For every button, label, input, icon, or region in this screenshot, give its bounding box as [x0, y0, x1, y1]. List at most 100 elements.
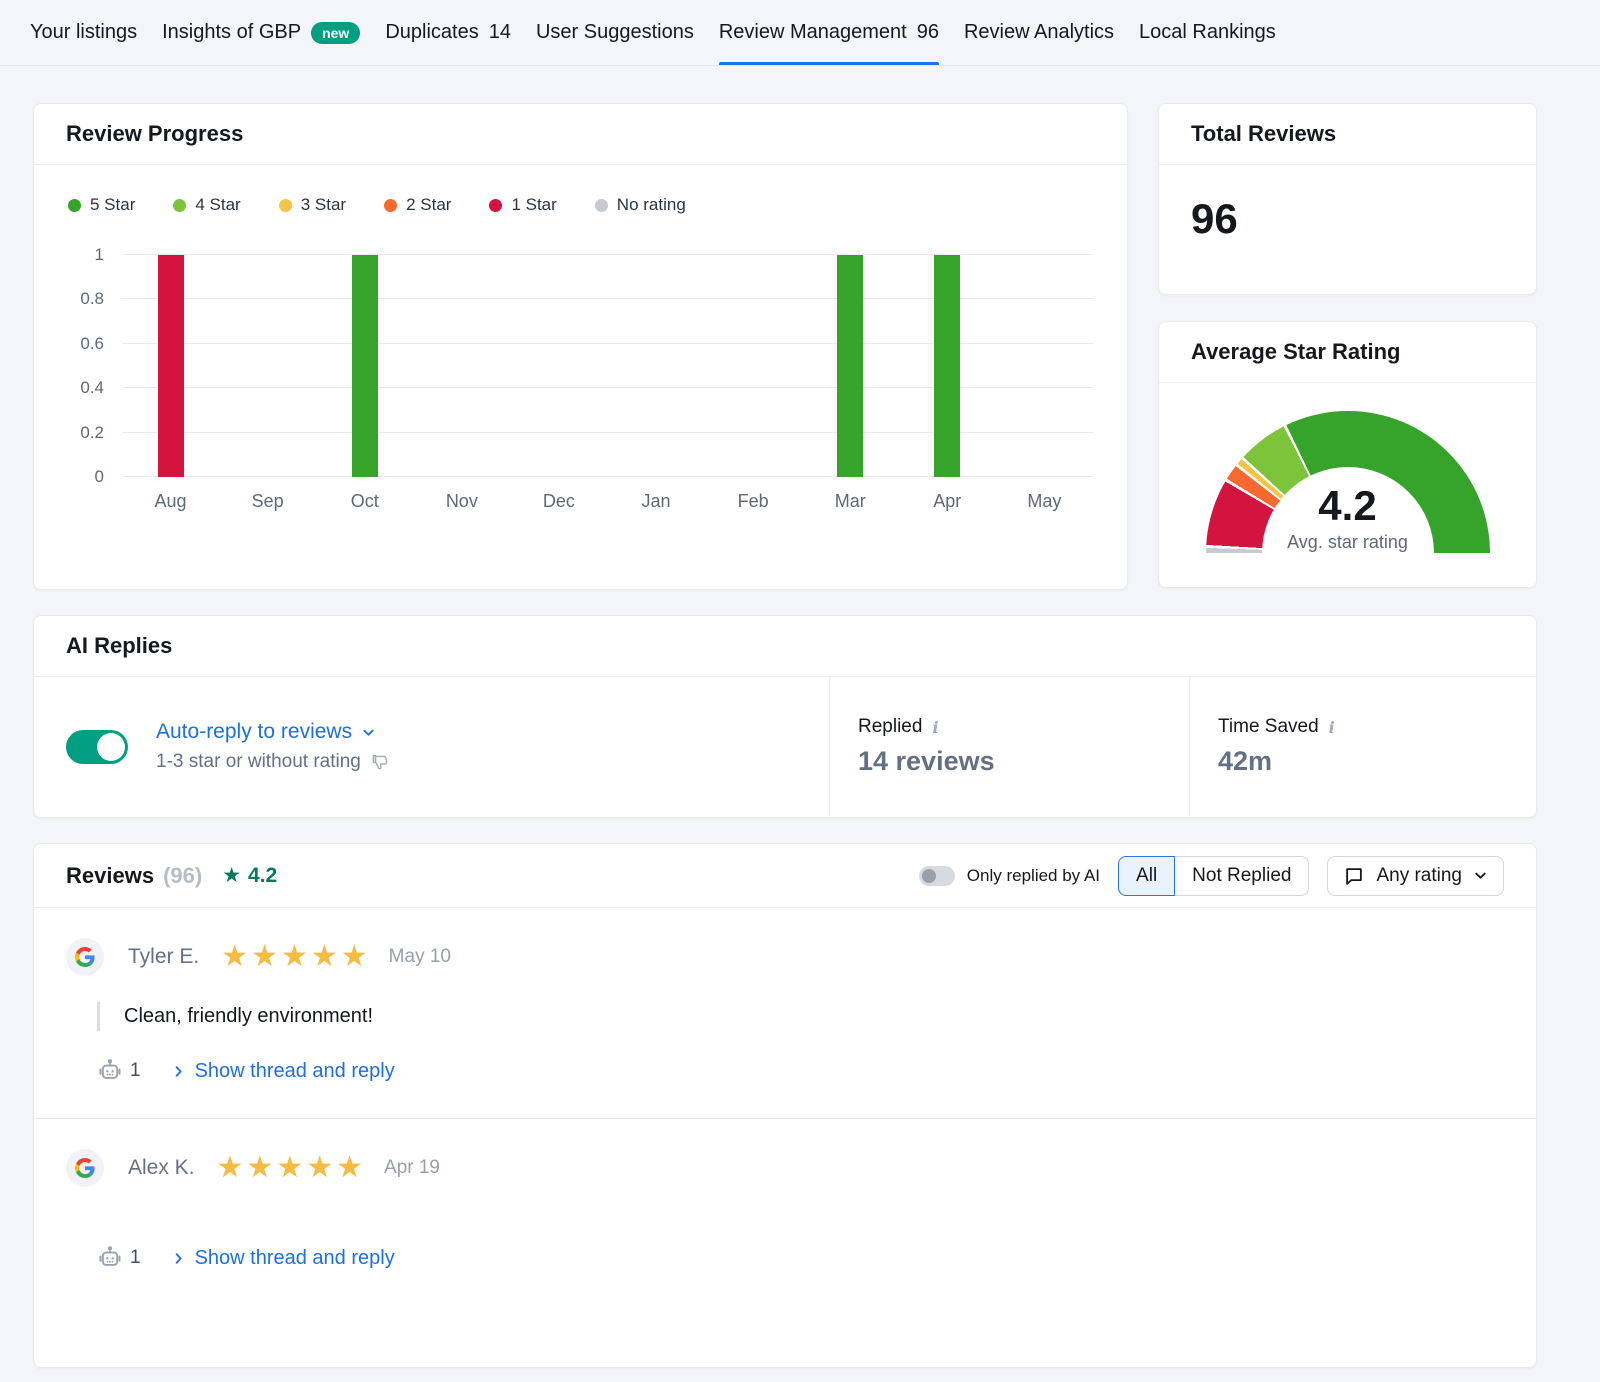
- thumbs-down-icon[interactable]: [370, 752, 390, 772]
- chevron-right-icon: [171, 1251, 186, 1266]
- review-stars: ★★★★★: [217, 1153, 366, 1183]
- x-tick-label: Feb: [705, 491, 802, 512]
- chart-column-aug: [122, 255, 219, 477]
- x-tick-label: Mar: [802, 491, 899, 512]
- review-progress-header: Review Progress: [34, 104, 1127, 165]
- review-date: Apr 19: [384, 1157, 440, 1179]
- ai-robot-icon: [97, 1245, 123, 1271]
- only-ai-toggle[interactable]: [919, 866, 955, 886]
- auto-reply-dropdown[interactable]: Auto-reply to reviews: [156, 720, 352, 744]
- bar-oct-5-star[interactable]: [352, 255, 378, 477]
- tab-review-analytics[interactable]: Review Analytics: [964, 0, 1114, 65]
- legend-item-1-star[interactable]: 1 Star: [489, 195, 556, 215]
- legend-item-3-star[interactable]: 3 Star: [279, 195, 346, 215]
- new-badge: new: [311, 22, 360, 44]
- rating-gauge: 4.2 Avg. star rating: [1206, 411, 1490, 553]
- google-logo-icon: [75, 947, 95, 967]
- legend-dot: [173, 199, 186, 212]
- review-author: Alex K.: [128, 1156, 195, 1180]
- tab-label: Review Analytics: [964, 21, 1114, 44]
- show-thread-link[interactable]: Show thread and reply: [171, 1060, 395, 1083]
- auto-reply-texts: Auto-reply to reviews 1-3 star or withou…: [156, 720, 390, 773]
- only-ai-label: Only replied by AI: [967, 866, 1100, 886]
- chart-column-apr: [899, 255, 996, 477]
- tab-label: User Suggestions: [536, 21, 694, 44]
- tab-user-suggestions[interactable]: User Suggestions: [536, 0, 694, 65]
- bar-apr-5-star[interactable]: [934, 255, 960, 477]
- review-progress-chart: 00.20.40.60.81: [66, 255, 1093, 477]
- rating-filter-label: Any rating: [1376, 865, 1462, 887]
- review-author: Tyler E.: [128, 945, 199, 969]
- x-tick-label: Jan: [607, 491, 704, 512]
- ai-replies-card: AI Replies Auto-reply to reviews 1-3 sta…: [33, 615, 1537, 818]
- toggle-knob: [97, 733, 125, 761]
- ai-replies-title: AI Replies: [66, 633, 1504, 659]
- tab-insights-of-gbp[interactable]: Insights of GBPnew: [162, 0, 360, 65]
- chevron-right-icon: [171, 1064, 186, 1079]
- chart-x-axis: AugSepOctNovDecJanFebMarAprMay: [66, 491, 1093, 512]
- y-tick-label: 0.8: [80, 289, 104, 309]
- ai-robot-icon: [97, 1058, 123, 1084]
- time-saved-label: Time Saved: [1218, 716, 1319, 738]
- chart-column-mar: [802, 255, 899, 477]
- tab-label: Your listings: [30, 21, 137, 44]
- show-thread-label: Show thread and reply: [195, 1247, 395, 1270]
- ai-reply-count: 1: [130, 1060, 141, 1082]
- review-row-alex-k: Alex K.★★★★★Apr 19 1 Show thread and rep…: [34, 1118, 1536, 1305]
- y-tick-label: 0.6: [80, 334, 104, 354]
- ai-replies-body: Auto-reply to reviews 1-3 star or withou…: [34, 677, 1536, 816]
- chevron-down-icon[interactable]: [361, 725, 376, 740]
- info-icon[interactable]: i: [932, 718, 938, 737]
- auto-reply-section: Auto-reply to reviews 1-3 star or withou…: [34, 720, 829, 773]
- legend-item-2-star[interactable]: 2 Star: [384, 195, 451, 215]
- avg-rating-value: 4.2: [1318, 485, 1376, 527]
- tab-local-rankings[interactable]: Local Rankings: [1139, 0, 1276, 65]
- tab-duplicates[interactable]: Duplicates14: [385, 0, 511, 65]
- chart-column-jan: [607, 255, 704, 477]
- google-avatar: [66, 1149, 104, 1187]
- chart-legend: 5 Star 4 Star 3 Star 2 Star 1 Star No rating: [68, 195, 1093, 215]
- average-star-rating-card: Average Star Rating 4.2 Avg. star rating: [1158, 321, 1537, 588]
- tab-review-management[interactable]: Review Management96: [719, 0, 939, 65]
- legend-dot: [489, 199, 502, 212]
- tab-label: Local Rankings: [1139, 21, 1276, 44]
- bar-aug-1-star[interactable]: [158, 255, 184, 477]
- x-tick-label: Aug: [122, 491, 219, 512]
- reviews-card: Reviews (96) ★ 4.2 Only replied by AI Al…: [33, 843, 1537, 1368]
- legend-item-4-star[interactable]: 4 Star: [173, 195, 240, 215]
- legend-label: 5 Star: [90, 195, 135, 215]
- legend-item-no-rating[interactable]: No rating: [595, 195, 686, 215]
- info-icon[interactable]: i: [1329, 718, 1335, 737]
- google-logo-icon: [75, 1158, 95, 1178]
- reviews-count: (96): [163, 863, 202, 889]
- rating-filter-button[interactable]: Any rating: [1327, 856, 1504, 896]
- legend-item-5-star[interactable]: 5 Star: [68, 195, 135, 215]
- legend-label: No rating: [617, 195, 686, 215]
- legend-dot: [595, 199, 608, 212]
- x-tick-label: Apr: [899, 491, 996, 512]
- tab-your-listings[interactable]: Your listings: [30, 0, 137, 65]
- chart-y-axis: 00.20.40.60.81: [66, 255, 122, 477]
- toggle-knob: [922, 869, 936, 883]
- star-icon: ★: [222, 863, 241, 888]
- show-thread-link[interactable]: Show thread and reply: [171, 1247, 395, 1270]
- review-date: May 10: [389, 946, 451, 968]
- filter-all-button[interactable]: All: [1118, 856, 1175, 896]
- review-stars: ★★★★★: [221, 942, 370, 972]
- chart-column-dec: [510, 255, 607, 477]
- chart-column-sep: [219, 255, 316, 477]
- x-tick-label: Oct: [316, 491, 413, 512]
- auto-reply-toggle[interactable]: [66, 730, 128, 764]
- rating-gauge-center: 4.2 Avg. star rating: [1262, 467, 1434, 553]
- reviews-title: Reviews: [66, 863, 154, 889]
- tab-label: Duplicates: [385, 21, 478, 44]
- review-progress-card: Review Progress 5 Star 4 Star 3 Star 2 Star…: [33, 103, 1128, 590]
- ai-replies-header: AI Replies: [34, 616, 1536, 677]
- replied-label: Replied: [858, 716, 922, 738]
- replied-value: 14 reviews: [858, 746, 1189, 777]
- chart-column-may: [996, 255, 1093, 477]
- review-text: Clean, friendly environment!: [97, 1002, 1504, 1031]
- filter-not-replied-button[interactable]: Not Replied: [1175, 856, 1309, 896]
- replied-filter-segmented: All Not Replied: [1118, 856, 1309, 896]
- bar-mar-5-star[interactable]: [837, 255, 863, 477]
